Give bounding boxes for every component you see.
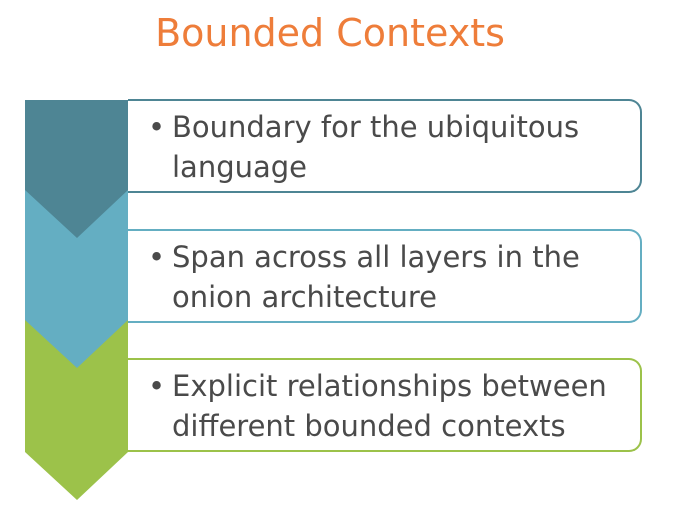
list-item-box: • Span across all layers in the onion ar… [128,229,642,323]
list-item: • Explicit relationships between differe… [148,366,634,446]
list-item-text: Boundary for the ubiquitous language [172,110,580,184]
list-item: • Boundary for the ubiquitous language [148,107,634,187]
list-item-text: Span across all layers in the onion arch… [172,240,580,314]
bullet-icon: • [148,369,166,403]
list-item-box: • Boundary for the ubiquitous language [128,99,642,193]
bullet-icon: • [148,110,166,144]
list-item-text: Explicit relationships between different… [172,369,607,443]
list-item: • Span across all layers in the onion ar… [148,237,634,317]
list-item-box: • Explicit relationships between differe… [128,358,642,452]
bullet-icon: • [148,240,166,274]
